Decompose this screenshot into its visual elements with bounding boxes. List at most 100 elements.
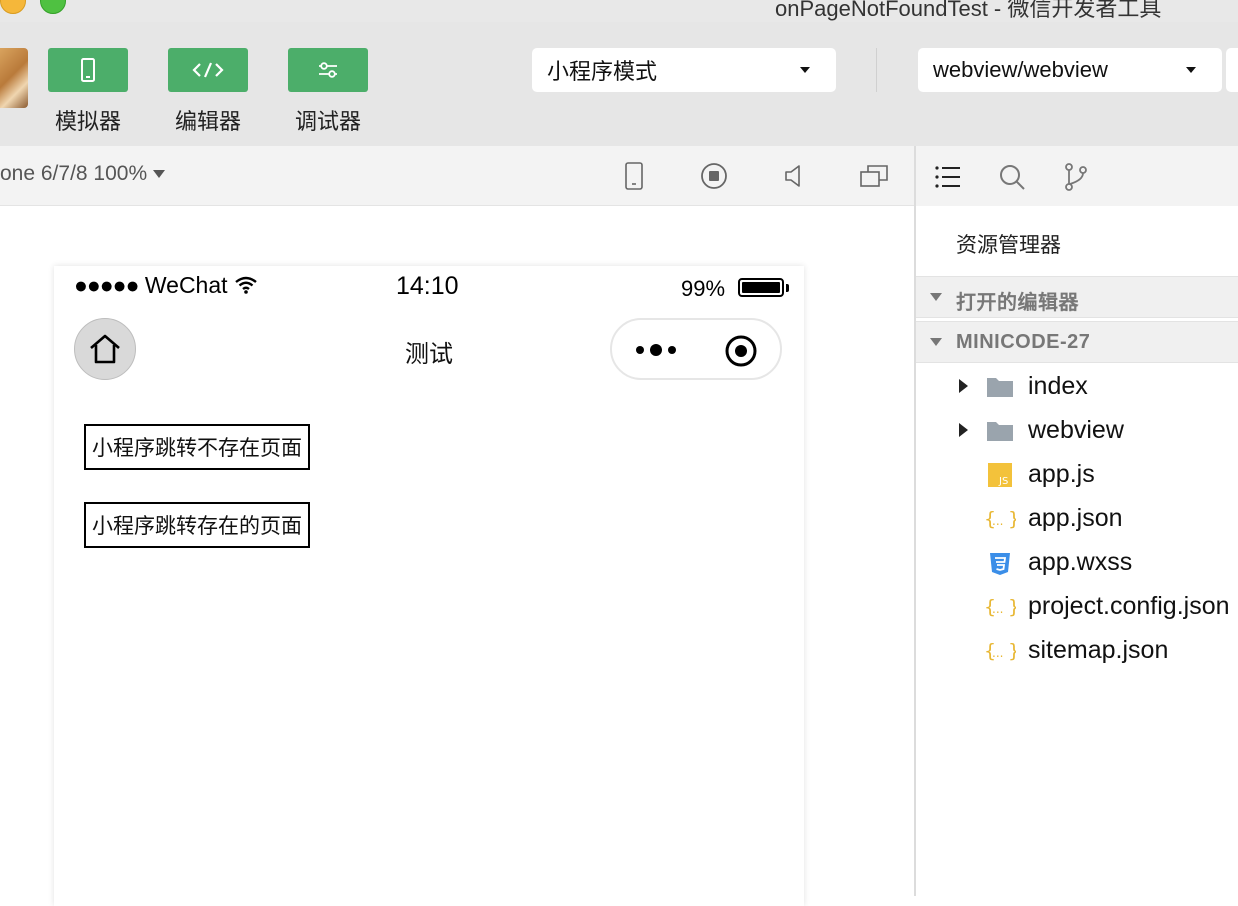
project-section[interactable]: MINICODE-27: [916, 321, 1238, 363]
simulator-header: one 6/7/8 100%: [0, 146, 914, 206]
simulator-toggle[interactable]: 模拟器: [48, 48, 128, 136]
navigation-bar: 测试: [54, 310, 804, 390]
navigate-missing-page-button[interactable]: 小程序跳转不存在页面: [84, 424, 310, 470]
carrier-name: WeChat: [144, 272, 228, 298]
chevron-down-icon: [1186, 67, 1196, 73]
file-name: app.wxss: [1028, 548, 1133, 576]
stop-circle-icon: [701, 163, 727, 189]
compile-select[interactable]: [1226, 48, 1238, 92]
phone-outline-icon: [625, 162, 643, 190]
page-select[interactable]: webview/webview: [918, 48, 1222, 92]
list-icon: [935, 166, 960, 188]
stop-button[interactable]: [698, 160, 730, 192]
battery-icon: [738, 278, 784, 297]
file-tree-item[interactable]: JS app.js: [916, 453, 1238, 497]
git-branch-icon: [1065, 163, 1087, 191]
debugger-button[interactable]: [288, 48, 368, 92]
project-label: MINICODE-27: [956, 331, 1091, 353]
status-time: 14:10: [396, 272, 459, 300]
svg-text:JS: JS: [998, 476, 1008, 487]
editor-button[interactable]: [168, 48, 248, 92]
minimize-window-button[interactable]: [0, 0, 26, 14]
carrier: ●●●●● WeChat: [74, 272, 258, 299]
file-tree-item[interactable]: webview: [916, 409, 1238, 453]
source-control-tab[interactable]: [1058, 160, 1094, 194]
file-name: sitemap.json: [1028, 636, 1169, 664]
caret-down-icon: [930, 293, 942, 301]
file-tree-item[interactable]: {...} sitemap.json: [916, 629, 1238, 673]
windows-icon: [860, 165, 888, 187]
navigate-existing-page-button[interactable]: 小程序跳转存在的页面: [84, 502, 310, 548]
open-editors-label: 打开的编辑器: [956, 292, 1079, 314]
toolbar-divider: [876, 48, 877, 92]
status-bar: ●●●●● WeChat 14:10 99%: [54, 266, 804, 310]
phone-icon: [81, 58, 95, 82]
simulator-label: 模拟器: [54, 109, 121, 134]
svg-text:}: }: [1008, 640, 1016, 662]
more-icon[interactable]: [634, 338, 682, 362]
json-file-icon: {...}: [984, 505, 1016, 533]
json-file-icon: {...}: [984, 637, 1016, 665]
explorer-title: 资源管理器: [956, 234, 1061, 257]
file-tree-item[interactable]: {...} app.json: [916, 497, 1238, 541]
avatar[interactable]: [0, 48, 28, 108]
js-file-icon: JS: [984, 461, 1016, 489]
css-file-icon: [984, 549, 1016, 577]
folder-icon: [984, 417, 1016, 445]
file-name: project.config.json: [1028, 592, 1230, 620]
svg-text:...: ...: [992, 646, 1003, 660]
caret-down-icon: [930, 338, 942, 346]
wifi-icon: [235, 276, 257, 294]
svg-text:}: }: [1008, 508, 1016, 530]
file-tree-item[interactable]: {...} project.config.json: [916, 585, 1238, 629]
editor-label: 编辑器: [174, 109, 241, 134]
caret-down-icon: [153, 170, 166, 179]
speaker-icon: [785, 165, 800, 187]
device-select-value: one 6/7/8 100%: [0, 162, 148, 185]
file-name: index: [1028, 372, 1088, 400]
window-title: onPageNotFoundTest - 微信开发者工具: [775, 0, 1162, 21]
capsule-menu: [610, 318, 782, 380]
file-tree-item[interactable]: app.wxss: [916, 541, 1238, 585]
close-miniprogram-icon[interactable]: [724, 334, 758, 368]
settings-sliders-icon: [319, 62, 337, 78]
code-icon: [192, 62, 224, 78]
file-name: app.json: [1028, 504, 1123, 532]
caret-right-icon[interactable]: [959, 379, 968, 393]
zoom-window-button[interactable]: [40, 0, 66, 14]
title-bar: onPageNotFoundTest - 微信开发者工具: [0, 0, 1238, 22]
mode-select[interactable]: 小程序模式: [532, 48, 836, 92]
detach-window-button[interactable]: [858, 160, 890, 192]
debugger-toggle[interactable]: 调试器: [288, 48, 368, 136]
page-select-value: webview/webview: [933, 57, 1108, 82]
rotate-device-button[interactable]: [618, 160, 650, 192]
file-name: webview: [1028, 416, 1124, 444]
explorer-tab[interactable]: [930, 160, 966, 194]
svg-text:}: }: [1008, 596, 1016, 618]
battery-tip: [786, 284, 789, 292]
mute-button[interactable]: [778, 160, 810, 192]
open-editors-section[interactable]: 打开的编辑器: [916, 276, 1238, 318]
simulator-area: ●●●●● WeChat 14:10 99% 测试 小程序跳转不存在页面 小程序…: [0, 206, 914, 906]
svg-text:...: ...: [992, 602, 1003, 616]
explorer-panel: 资源管理器 打开的编辑器 MINICODE-27 index webview J…: [916, 146, 1238, 896]
editor-toggle[interactable]: 编辑器: [168, 48, 248, 136]
mode-select-value: 小程序模式: [547, 59, 658, 84]
toolbar: 模拟器 编辑器 调试器 小程序模式 webview/webview: [0, 22, 1238, 146]
explorer-header: [916, 146, 1238, 206]
search-tab[interactable]: [994, 160, 1030, 194]
search-icon: [1000, 165, 1025, 190]
simulator-button[interactable]: [48, 48, 128, 92]
folder-icon: [984, 373, 1016, 401]
battery-percent: 99%: [681, 276, 726, 301]
debugger-label: 调试器: [294, 109, 361, 134]
device-select[interactable]: one 6/7/8 100%: [0, 162, 166, 186]
caret-right-icon[interactable]: [959, 423, 968, 437]
file-tree-item[interactable]: index: [916, 365, 1238, 409]
json-file-icon: {...}: [984, 593, 1016, 621]
chevron-down-icon: [800, 67, 810, 73]
phone-screen: ●●●●● WeChat 14:10 99% 测试 小程序跳转不存在页面 小程序…: [54, 266, 804, 906]
file-name: app.js: [1028, 460, 1095, 488]
signal-icon: ●●●●●: [74, 272, 139, 298]
svg-text:...: ...: [992, 514, 1003, 528]
